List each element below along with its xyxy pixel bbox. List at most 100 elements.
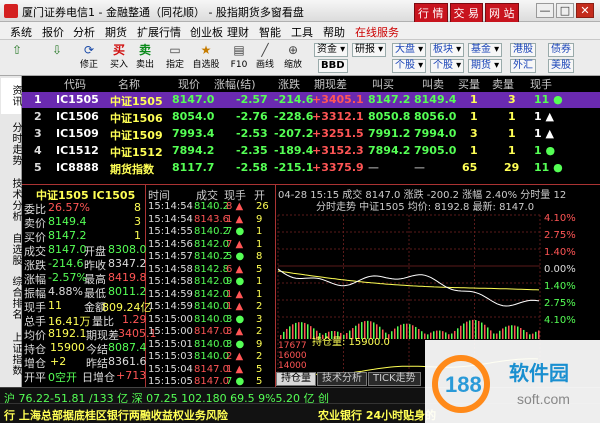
tick-open: 1 bbox=[256, 226, 263, 237]
tick-time: 15:14:57 bbox=[148, 251, 193, 262]
volume-bar bbox=[508, 325, 510, 339]
tick-time: 15:14:56 bbox=[148, 238, 193, 250]
menu-finance[interactable]: 理财 bbox=[227, 24, 249, 40]
menu-tools[interactable]: 工具 bbox=[291, 24, 313, 40]
quote-row[interactable]: 2 IC1506 中证1506 8054.0 -2.76 -228.6 +331… bbox=[22, 109, 600, 125]
tick-vol: 1 ▲ bbox=[226, 363, 244, 375]
fund-dropdown[interactable]: 资金 ▾ bbox=[314, 43, 349, 57]
header-basis[interactable]: 期现差 bbox=[314, 76, 347, 92]
header-ask[interactable]: 叫卖 bbox=[422, 76, 444, 92]
volume-bar bbox=[532, 333, 534, 339]
volume-bar bbox=[526, 332, 528, 339]
stock2-dropdown[interactable]: 个股 ▾ bbox=[430, 59, 465, 73]
volume-bar bbox=[304, 322, 306, 339]
toolbar-down-button[interactable]: ⇩ bbox=[44, 42, 70, 74]
tab-tick-trend[interactable]: TICK走势 bbox=[368, 372, 421, 386]
toolbar-zoom-button[interactable]: ⊕ 缩放 bbox=[280, 42, 306, 74]
toolbar-selfselect-button[interactable]: ★ 自选股 bbox=[190, 42, 222, 74]
tab-position[interactable]: 持仓量 bbox=[276, 372, 316, 386]
quote-row[interactable]: 3 IC1509 中证1509 7993.4 -2.53 -207.2 +325… bbox=[22, 126, 600, 142]
tick-time: 15:14:59 bbox=[148, 288, 193, 300]
menu-help[interactable]: 帮助 bbox=[323, 24, 345, 40]
volume-bar bbox=[538, 330, 540, 339]
left-tab-strip: 资讯 分时走势 技术分析 自选股 综合排名 上证指数 bbox=[0, 76, 22, 387]
header-name[interactable]: 名称 bbox=[118, 76, 140, 92]
volume-bar bbox=[283, 331, 285, 339]
menu-futures[interactable]: 期货 bbox=[105, 24, 127, 40]
menu-system[interactable]: 系统 bbox=[10, 24, 32, 40]
toolbar-specify-button[interactable]: ▭ 指定 bbox=[162, 42, 188, 74]
maximize-button[interactable]: □ bbox=[556, 3, 574, 18]
market-dropdown[interactable]: 大盘 ▾ bbox=[392, 43, 427, 57]
toolbar-up-button[interactable]: ⇧ 修正 bbox=[4, 42, 30, 74]
tick-time: 15:15:01 bbox=[148, 338, 193, 350]
stock-dropdown[interactable]: 个股 ▾ bbox=[392, 59, 427, 73]
volume-bar bbox=[289, 326, 291, 339]
header-bid[interactable]: 叫买 bbox=[372, 76, 394, 92]
volume-bar bbox=[460, 325, 462, 339]
us-stock-button[interactable]: 美股 bbox=[548, 59, 574, 73]
volume-bar bbox=[301, 322, 303, 339]
header-code[interactable]: 代码 bbox=[64, 76, 86, 92]
quote-row[interactable]: 4 IC1512 中证1512 7894.2 -2.35 -189.4 +315… bbox=[22, 143, 600, 159]
tick-time: 15:14:58 bbox=[148, 276, 193, 287]
menu-quote[interactable]: 报价 bbox=[42, 24, 64, 40]
tick-price: 8147.0 bbox=[194, 326, 229, 337]
tab-tech-analysis[interactable]: 技术分析 bbox=[317, 372, 367, 386]
header-vol[interactable]: 现手 bbox=[530, 76, 552, 92]
volume-bar bbox=[286, 328, 288, 339]
bond-button[interactable]: 债券 bbox=[548, 43, 574, 57]
volume-bar bbox=[415, 326, 417, 339]
watermark: 188 软件园 soft.com bbox=[425, 340, 600, 423]
tick-vol: 5 ● bbox=[226, 251, 245, 262]
header-price[interactable]: 现价 bbox=[178, 76, 200, 92]
volume-bar bbox=[484, 324, 486, 339]
toolbar-buy-button[interactable]: 买 买入 bbox=[106, 42, 132, 74]
toolbar-revise-button[interactable]: ⟳ 修正 bbox=[76, 42, 102, 74]
menu-analysis[interactable]: 分析 bbox=[73, 24, 95, 40]
hk-stock-button[interactable]: 港股 bbox=[510, 43, 536, 57]
header-chg[interactable]: 涨跌 bbox=[278, 76, 300, 92]
fund2-dropdown[interactable]: 基金 ▾ bbox=[468, 43, 503, 57]
menu-online-service[interactable]: 在线服务 bbox=[355, 24, 399, 40]
tick-vol: 3 ▲ bbox=[226, 326, 244, 337]
website-button[interactable]: 网 站 bbox=[485, 3, 519, 23]
toolbar-sell-button[interactable]: 卖 卖出 bbox=[132, 42, 158, 74]
volume-bar bbox=[421, 331, 423, 339]
tab-ranking[interactable]: 综合排名 bbox=[1, 272, 21, 324]
tick-price: 8142.0 bbox=[194, 288, 229, 300]
bbd-button[interactable]: BBD bbox=[318, 59, 348, 73]
menu-ext-quote[interactable]: 扩展行情 bbox=[137, 24, 181, 40]
toolbar-f10-button[interactable]: ▤ F10 bbox=[226, 42, 252, 74]
forex-button[interactable]: 外汇 bbox=[510, 59, 536, 73]
tab-intraday[interactable]: 分时走势 bbox=[1, 118, 21, 170]
futures-dropdown[interactable]: 期货 ▾ bbox=[468, 59, 503, 73]
close-button[interactable]: ✕ bbox=[576, 3, 594, 18]
quote-table: 代码 名称 现价 涨幅(结) 涨跌 期现差 叫买 叫卖 买量 卖量 现手 1 I… bbox=[22, 76, 600, 184]
trade-mode-button[interactable]: 交 易 bbox=[449, 3, 483, 23]
header-bidv[interactable]: 买量 bbox=[458, 76, 480, 92]
header-askv[interactable]: 卖量 bbox=[492, 76, 514, 92]
volume-bar bbox=[475, 320, 477, 339]
header-pct[interactable]: 涨幅(结) bbox=[214, 76, 256, 92]
tick-vol: 1 ▲ bbox=[226, 288, 244, 300]
quote-row[interactable]: 5 IC8888 期货指数 8117.7 -2.58 -215.1 +3375.… bbox=[22, 160, 600, 176]
toolbar-draw-button[interactable]: ╱ 画线 bbox=[252, 42, 278, 74]
tab-technical[interactable]: 技术分析 bbox=[1, 174, 21, 226]
detail-panel: 中证1505 IC1505 委比 26.57% 8 卖价 8149.4 3 买价… bbox=[22, 184, 157, 387]
quote-mode-button[interactable]: 行 情 bbox=[414, 3, 448, 23]
tick-open: 3 bbox=[256, 313, 263, 325]
menu-smart[interactable]: 智能 bbox=[259, 24, 281, 40]
research-dropdown[interactable]: 研报 ▾ bbox=[352, 43, 387, 57]
volume-bar bbox=[433, 331, 435, 339]
minimize-button[interactable]: — bbox=[536, 3, 554, 18]
quote-row[interactable]: 1 IC1505 中证1505 8147.0 -2.57 -214.6 +340… bbox=[22, 92, 600, 108]
tab-news[interactable]: 资讯 bbox=[1, 78, 21, 114]
tab-sh-index[interactable]: 上证指数 bbox=[1, 328, 21, 380]
volume-bar bbox=[499, 330, 501, 339]
quote-table-header: 代码 名称 现价 涨幅(结) 涨跌 期现差 叫买 叫卖 买量 卖量 现手 bbox=[22, 76, 600, 92]
sector-dropdown[interactable]: 板块 ▾ bbox=[430, 43, 465, 57]
menu-gem[interactable]: 创业板 bbox=[190, 24, 223, 40]
volume-bar bbox=[520, 328, 522, 339]
tab-self-select[interactable]: 自选股 bbox=[1, 230, 21, 268]
